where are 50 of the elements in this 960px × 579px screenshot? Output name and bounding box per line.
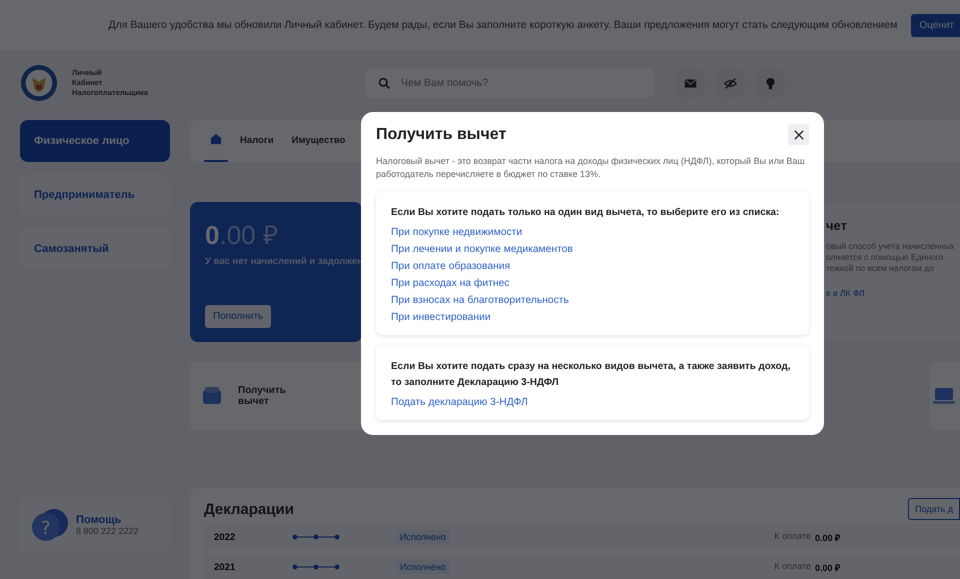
year-cell-text: 2022 <box>214 532 236 542</box>
list-heading: Если Вы хотите подать только на один вид вычета, то выберите его из списка: <box>391 206 780 220</box>
deduction-link[interactable]: При покупке недвижимости <box>391 227 522 238</box>
due-label: К оплате <box>774 560 811 572</box>
action-card[interactable] <box>930 362 960 430</box>
account-text: олняется с помощью Единого <box>826 252 944 263</box>
declaration-heading: Если Вы хотите подать сразу на несколько видов вычета, а также заявить доход, то заполните Декларацию 3-НДФЛ <box>391 360 792 390</box>
dialog-description: Налоговый вычет - это возврат части налога на доходы физических лиц (НДФЛ), который Вы или Ваш работодатель перечисляете в бюджет по ставке 13%. <box>376 155 806 181</box>
deduction-link[interactable]: При лечении и покупке медикаментов <box>391 244 573 255</box>
home-icon <box>210 132 222 144</box>
submit-button[interactable]: Подать д <box>908 498 960 520</box>
account-text: овый способ учета начисленных <box>826 241 956 252</box>
declaration-link[interactable]: Подать декларацию 3-НДФЛ <box>391 397 528 408</box>
help-title: Помощь <box>76 514 122 526</box>
action-card[interactable]: Получить вычет <box>190 362 362 430</box>
due-label: К оплате <box>774 530 811 542</box>
visibility-button[interactable] <box>715 68 745 98</box>
lightbulb-button[interactable] <box>755 68 785 98</box>
account-text: тежкой по всем налогам до <box>826 263 935 274</box>
status-badge: Исполнено <box>396 530 450 544</box>
account-title: чет <box>826 218 848 233</box>
close-icon <box>794 130 804 140</box>
declarations-title: Декларации <box>204 500 294 518</box>
lightbulb-icon <box>764 76 776 90</box>
emblem-icon <box>20 64 58 102</box>
close-button[interactable] <box>788 124 809 145</box>
deduction-link[interactable]: При расходах на фитнес <box>391 278 510 289</box>
rate-button[interactable]: Оценит <box>911 14 960 36</box>
search-icon <box>378 77 391 90</box>
dialog-title: Получить вычет <box>376 126 506 144</box>
deduction-link[interactable]: При взносах на благотворительность <box>391 295 569 306</box>
deduction-link[interactable]: При оплате образования <box>391 261 510 272</box>
status-badge: Исполнено <box>396 560 450 574</box>
envelope-icon <box>684 76 696 90</box>
action-label: Получить вычет <box>238 385 287 407</box>
mail-button[interactable] <box>675 68 705 98</box>
progress-steps-drawing <box>292 534 340 540</box>
nav-tab[interactable]: Налоги <box>234 120 280 162</box>
nav-tab[interactable]: Имущество <box>286 120 352 162</box>
progress-steps-drawing <box>292 564 340 570</box>
help-phone: 8 800 222 2222 <box>76 526 139 536</box>
due-amount: 0.00 ₽ <box>814 532 840 544</box>
notice-text: Для Вашего удобства мы обновили Личный кабинет. Будем рады, если Вы заполните короткую анкету. Ваши предложения могут стать следующим обновлением <box>108 19 898 31</box>
deduction-link[interactable]: При инвестировании <box>391 312 491 323</box>
crossed-eye-icon <box>724 76 736 90</box>
year-cell-text: 2021 <box>214 562 236 572</box>
sidebar-item[interactable]: Физическое лицо <box>20 120 170 162</box>
due-amount: 0.00 ₽ <box>814 562 840 574</box>
top-up-button[interactable]: Пополнить <box>205 305 272 328</box>
account-link[interactable]: е в ЛК ФЛ <box>826 288 865 298</box>
